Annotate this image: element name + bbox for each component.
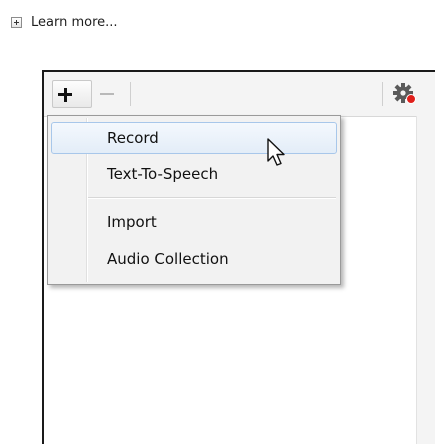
menu-item-label: Text-To-Speech (107, 165, 219, 183)
remove-button[interactable] (94, 80, 124, 108)
record-badge-icon (406, 94, 416, 104)
settings-button[interactable] (392, 82, 418, 106)
menu-item-audio-collection[interactable]: Audio Collection (51, 243, 337, 275)
menu-item-label: Record (107, 129, 159, 147)
add-dropdown-menu: Record Text-To-Speech Import Audio Colle… (47, 115, 341, 285)
gear-icon (393, 83, 416, 104)
menu-item-text-to-speech[interactable]: Text-To-Speech (51, 158, 337, 190)
expand-plus-icon[interactable] (11, 16, 22, 28)
menu-item-label: Audio Collection (107, 250, 229, 268)
toolbar-separator (382, 82, 383, 106)
screen: Learn more... Record Text-To-Speech Impo… (0, 0, 435, 444)
add-button[interactable] (52, 80, 92, 108)
menu-separator (88, 197, 336, 199)
toolbar-separator (130, 82, 131, 106)
menu-item-record[interactable]: Record (51, 122, 337, 154)
menu-item-import[interactable]: Import (51, 206, 337, 238)
panel-toolbar (44, 72, 435, 117)
panel-side-strip (416, 116, 435, 444)
learn-more-label[interactable]: Learn more... (31, 15, 118, 30)
minus-icon (100, 93, 114, 95)
menu-item-label: Import (107, 213, 157, 231)
learn-more-toggle[interactable]: Learn more... (11, 12, 118, 32)
